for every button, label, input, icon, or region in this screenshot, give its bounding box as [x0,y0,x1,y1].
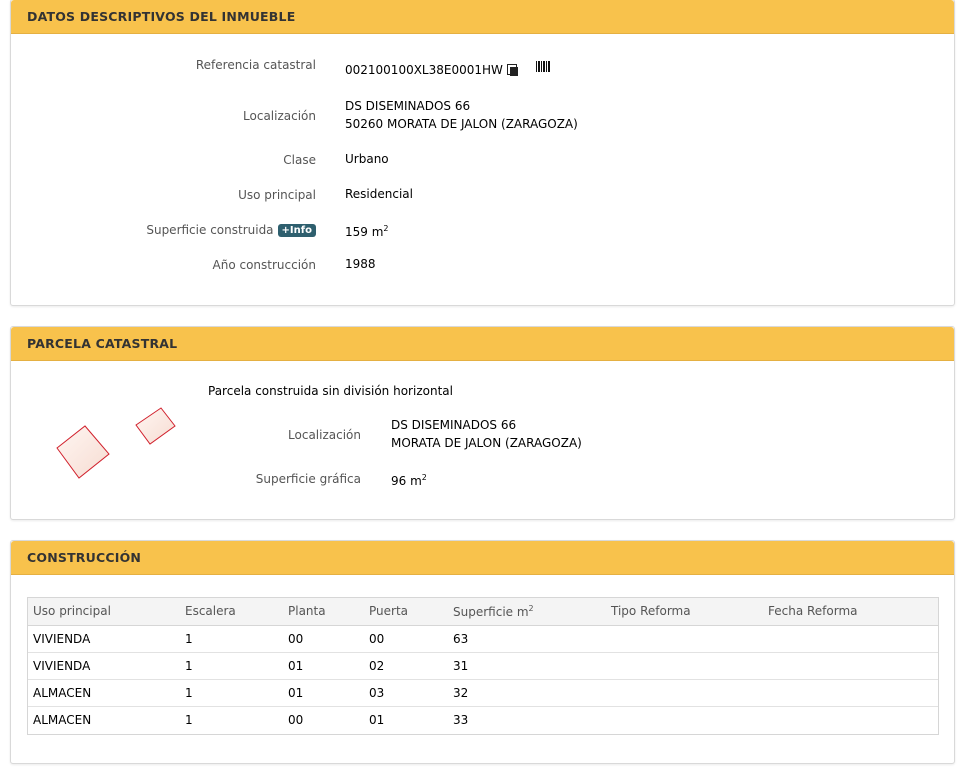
superficie-grafica-value: 96 m2 [391,469,427,490]
parcel-map-drawing[interactable] [35,370,195,490]
superficie-construida-number: 159 m [345,225,384,239]
header-superficie[interactable]: Superficie m2 [448,598,606,625]
cell-fecha-reforma [763,706,938,733]
parcela-catastral-header: PARCELA CATASTRAL [11,327,954,361]
parcela-localizacion-value: DS DISEMINADOS 66 MORATA DE JALON (ZARAG… [391,416,582,452]
cell-escalera: 1 [180,625,283,653]
parcela-localizacion-line1: DS DISEMINADOS 66 [391,418,517,432]
header-superficie-text: Superficie m [453,604,529,619]
header-puerta[interactable]: Puerta [364,598,448,625]
construccion-header: CONSTRUCCIÓN [11,541,954,575]
cell-puerta: 00 [364,625,448,653]
cell-escalera: 1 [180,652,283,680]
header-superficie-sup: 2 [528,603,534,613]
construccion-panel: CONSTRUCCIÓN Uso principal Escalera Plan… [10,540,955,764]
superficie-construida-label-wrap: Superficie construida +Info [80,223,316,237]
cell-uso: VIVIENDA [28,652,180,680]
uso-principal-label: Uso principal [238,188,316,202]
table-row: ALMACEN 1 01 03 32 [28,679,938,707]
cell-fecha-reforma [763,625,938,653]
construccion-title: CONSTRUCCIÓN [27,550,142,565]
table-header-row: Uso principal Escalera Planta Puerta Sup… [28,598,938,625]
uso-principal-value: Residencial [345,187,413,201]
localizacion-value: DS DISEMINADOS 66 50260 MORATA DE JALON … [345,97,578,133]
superficie-construida-label: Superficie construida [146,223,274,237]
superficie-grafica-number: 96 m [391,474,422,488]
cell-planta: 00 [288,712,304,727]
superficie-construida-unit-sup: 2 [383,224,389,233]
referencia-catastral-value: 002100100XL38E0001HW [345,61,519,79]
parcel-shape-small [135,407,176,445]
cell-escalera: 1 [185,712,193,727]
cell-fecha-reforma [763,652,938,680]
parcela-localizacion-label: Localización [288,428,361,442]
cell-puerta: 01 [369,712,385,727]
cell-tipo-reforma [606,679,763,707]
table-row: VIVIENDA 1 00 00 63 [28,625,938,653]
localizacion-line1: DS DISEMINADOS 66 [345,99,471,113]
cell-planta: 00 [283,625,364,653]
referencia-catastral-text[interactable]: 002100100XL38E0001HW [345,63,503,77]
header-uso-principal[interactable]: Uso principal [28,598,180,625]
datos-descriptivos-header: DATOS DESCRIPTIVOS DEL INMUEBLE [11,0,954,34]
localizacion-line2: 50260 MORATA DE JALON (ZARAGOZA) [345,117,578,131]
info-badge[interactable]: +Info [277,224,316,237]
parcela-catastral-title: PARCELA CATASTRAL [27,336,178,351]
anio-construccion-value: 1988 [345,257,376,271]
cell-tipo-reforma [606,652,763,680]
cell-tipo-reforma [606,706,763,733]
cell-superficie: 31 [448,652,606,680]
header-fecha-reforma[interactable]: Fecha Reforma [763,598,938,625]
clase-value: Urbano [345,152,389,166]
header-escalera[interactable]: Escalera [180,598,283,625]
cell-uso: VIVIENDA [28,625,180,653]
cell-superficie: 33 [453,712,469,727]
superficie-construida-value: 159 m2 [345,220,389,241]
cell-fecha-reforma [763,679,938,707]
parcela-descripcion: Parcela construida sin división horizont… [208,384,453,398]
cell-uso: ALMACEN [28,679,180,707]
construccion-table: Uso principal Escalera Planta Puerta Sup… [28,598,938,733]
table-row: ALMACEN 1 00 01 33 [28,706,938,733]
barcode-icon[interactable] [536,61,550,72]
construccion-table-wrap: Uso principal Escalera Planta Puerta Sup… [27,597,939,735]
referencia-catastral-label: Referencia catastral [195,58,316,72]
cell-puerta: 02 [364,652,448,680]
clase-label: Clase [283,153,316,167]
table-row: VIVIENDA 1 01 02 31 [28,652,938,680]
cell-tipo-reforma [606,625,763,653]
header-tipo-reforma[interactable]: Tipo Reforma [606,598,763,625]
parcela-localizacion-line2: MORATA DE JALON (ZARAGOZA) [391,436,582,450]
superficie-grafica-unit-sup: 2 [421,473,427,482]
header-planta[interactable]: Planta [283,598,364,625]
datos-descriptivos-title: DATOS DESCRIPTIVOS DEL INMUEBLE [27,9,296,24]
cell-puerta: 03 [364,679,448,707]
cell-uso: ALMACEN [33,712,92,727]
cell-planta: 01 [283,679,364,707]
anio-construccion-label: Año construcción [212,258,317,272]
cell-superficie: 32 [448,679,606,707]
copy-icon[interactable] [506,64,519,76]
cell-planta: 01 [283,652,364,680]
superficie-grafica-label: Superficie gráfica [255,472,361,486]
localizacion-label: Localización [243,109,316,123]
parcel-shape-large [56,425,110,479]
cell-escalera: 1 [180,679,283,707]
cell-superficie: 63 [448,625,606,653]
